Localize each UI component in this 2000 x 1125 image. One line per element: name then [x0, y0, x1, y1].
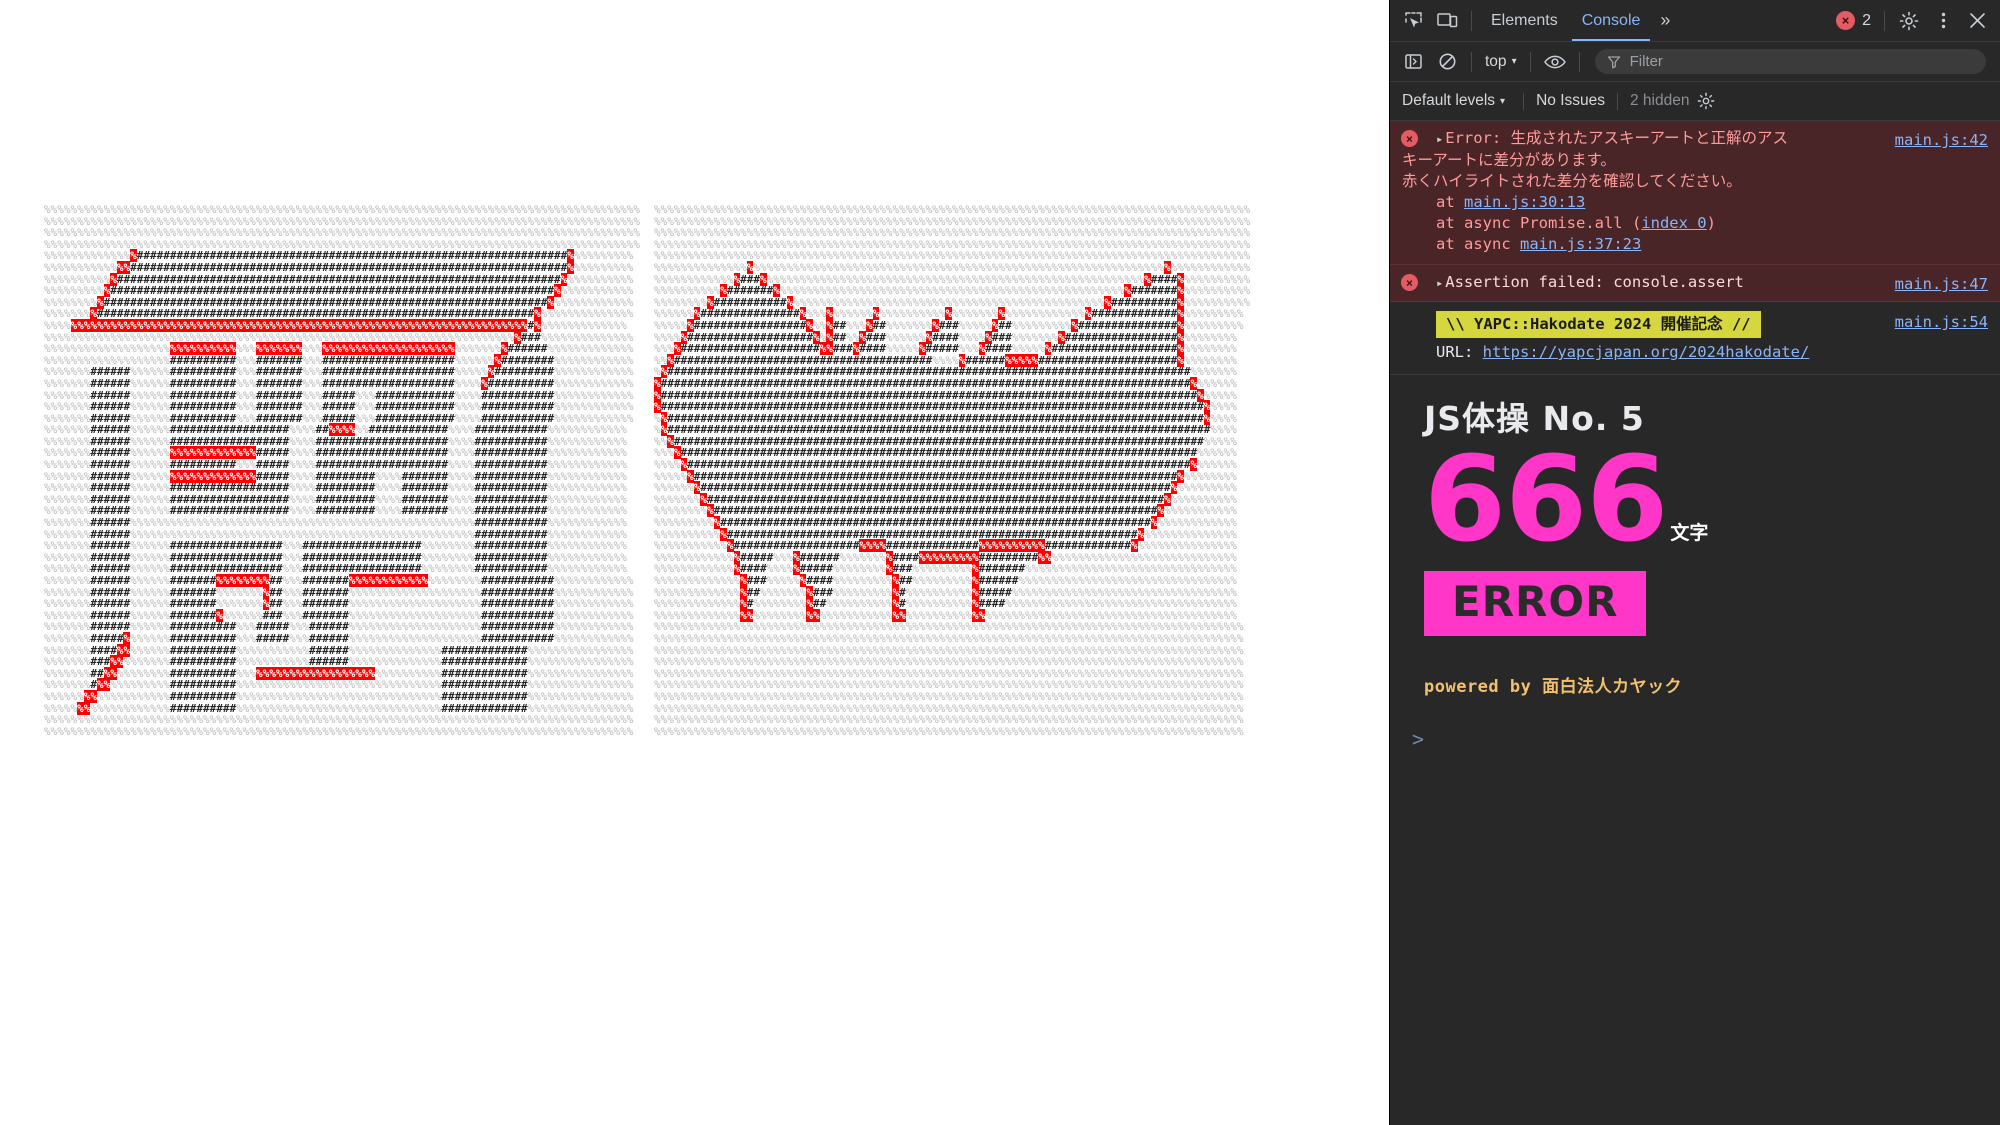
- stack-link-3[interactable]: main.js:37:23: [1520, 235, 1641, 253]
- log-levels-dropdown[interactable]: Default levels ▾: [1396, 92, 1511, 110]
- toolbar-divider-2: [1884, 10, 1885, 31]
- error-circle-icon-msg1: ×: [1401, 130, 1418, 147]
- error-text-line-3: 赤くハイライトされた差分を確認してください。: [1402, 172, 1742, 190]
- stack-prefix-2: at async Promise.all (: [1436, 214, 1642, 232]
- filter-placeholder-text: Filter: [1629, 53, 1663, 70]
- console-sidebar-icon[interactable]: [1396, 47, 1430, 77]
- stack-prefix-3: at async: [1436, 235, 1520, 253]
- yapc-url-line: URL: https://yapcjapan.org/2024hakodate/: [1436, 341, 1858, 363]
- log-levels-label: Default levels: [1402, 92, 1496, 109]
- live-expression-icon[interactable]: [1538, 47, 1572, 77]
- console-hero-block: JS体操 No. 5 666 文字 ERROR powered by 面白法人カ…: [1390, 375, 2000, 697]
- console-message-assertion[interactable]: × main.js:47 ▸ Assertion failed: console.…: [1390, 265, 2000, 302]
- powered-by-label: powered by 面白法人カヤック: [1424, 677, 1683, 698]
- console-levels-bar: Default levels ▾ No Issues 2 hidden: [1390, 82, 2000, 121]
- gear-icon[interactable]: [1892, 6, 1926, 36]
- chevron-down-icon-levels: ▾: [1500, 95, 1506, 107]
- source-link-main-js-42[interactable]: main.js:42: [1895, 130, 1988, 151]
- stack-frame-3: at async main.js:37:23: [1402, 234, 1988, 255]
- tab-elements[interactable]: Elements: [1479, 1, 1570, 41]
- console-message-error[interactable]: × main.js:42 ▸ Error: 生成されたアスキーアートと正解のアス …: [1390, 121, 2000, 265]
- console-prompt[interactable]: >: [1390, 727, 2000, 751]
- chevron-down-icon: ▾: [1511, 56, 1517, 67]
- error-count-badge[interactable]: × 2: [1830, 11, 1877, 30]
- context-label: top: [1485, 52, 1507, 70]
- javascript-context-dropdown[interactable]: top ▾: [1479, 53, 1523, 71]
- ascii-art-container: %%%%%%%%%%%%%%%%%%%%%%%%%%%%%%%%%%%%%%%%…: [44, 193, 1251, 748]
- console-settings-gear-icon[interactable]: [1689, 86, 1723, 116]
- console-message-yapc-banner[interactable]: main.js:54 \\ YAPC::Hakodate 2024 開催記念 /…: [1390, 302, 2000, 375]
- issues-status[interactable]: No Issues: [1536, 92, 1605, 110]
- inspect-element-icon[interactable]: [1396, 6, 1430, 36]
- devtools-panel: Elements Console » × 2 top ▾ Filter Defa…: [1389, 0, 2000, 1125]
- kebab-menu-icon[interactable]: [1926, 6, 1960, 36]
- tab-console[interactable]: Console: [1570, 1, 1653, 41]
- levels-divider: [1523, 92, 1525, 110]
- devtools-tab-bar: Elements Console » × 2: [1390, 0, 2000, 42]
- status-badge: ERROR: [1424, 571, 1647, 637]
- stack-link-2[interactable]: index 0: [1641, 214, 1706, 232]
- filterbar-divider: [1471, 51, 1472, 72]
- generated-ascii-art-panel: %%%%%%%%%%%%%%%%%%%%%%%%%%%%%%%%%%%%%%%%…: [44, 203, 641, 738]
- stack-suffix-2: ): [1706, 214, 1716, 232]
- char-count-row: 666 文字: [1424, 430, 1988, 569]
- yapc-banner-text: \\ YAPC::Hakodate 2024 開催記念 //: [1436, 311, 1761, 338]
- char-count-unit: 文字: [1670, 522, 1709, 545]
- error-text-line-2: キーアートに差分があります。: [1402, 151, 1616, 169]
- clear-console-icon[interactable]: [1430, 47, 1464, 77]
- yapc-url-link[interactable]: https://yapcjapan.org/2024hakodate/: [1483, 343, 1810, 361]
- toolbar-divider: [1471, 10, 1472, 31]
- filter-funnel-icon: [1607, 55, 1620, 68]
- more-tabs-icon[interactable]: »: [1652, 10, 1676, 31]
- error-count-number: 2: [1862, 11, 1871, 29]
- device-toolbar-icon[interactable]: [1430, 6, 1464, 36]
- search-input[interactable]: Filter: [1594, 49, 1986, 74]
- levels-divider-2: [1617, 92, 1618, 110]
- error-circle-icon: ×: [1836, 11, 1856, 30]
- expected-ascii-art-panel: %%%%%%%%%%%%%%%%%%%%%%%%%%%%%%%%%%%%%%%%…: [654, 203, 1251, 738]
- source-link-main-js-54[interactable]: main.js:54: [1895, 311, 1988, 333]
- stack-link-1[interactable]: main.js:30:13: [1464, 193, 1585, 211]
- assertion-text: Assertion failed: console.assert: [1445, 273, 1744, 291]
- filterbar-divider-3: [1578, 51, 1580, 72]
- source-link-main-js-47[interactable]: main.js:47: [1895, 274, 1988, 295]
- stack-frame-2: at async Promise.all (index 0): [1402, 213, 1988, 234]
- disclosure-triangle-icon[interactable]: ▸: [1436, 132, 1443, 146]
- error-circle-icon-msg2: ×: [1401, 274, 1418, 291]
- stack-prefix-1: at: [1436, 193, 1464, 211]
- console-message-list: × main.js:42 ▸ Error: 生成されたアスキーアートと正解のアス …: [1390, 121, 2000, 751]
- screen-root: %%%%%%%%%%%%%%%%%%%%%%%%%%%%%%%%%%%%%%%%…: [0, 0, 2000, 1125]
- filterbar-divider-2: [1529, 51, 1531, 72]
- hidden-messages-count[interactable]: 2 hidden: [1630, 92, 1689, 110]
- close-icon[interactable]: [1960, 6, 1994, 36]
- console-filter-bar: top ▾ Filter: [1390, 42, 2000, 82]
- web-page-viewport: %%%%%%%%%%%%%%%%%%%%%%%%%%%%%%%%%%%%%%%%…: [0, 0, 1390, 1125]
- char-count-number: 666: [1424, 430, 1668, 569]
- disclosure-triangle-icon-2[interactable]: ▸: [1436, 276, 1443, 290]
- url-label: URL:: [1436, 343, 1483, 361]
- stack-frame-1: at main.js:30:13: [1402, 192, 1988, 213]
- error-text-line-1: Error: 生成されたアスキーアートと正解のアス: [1445, 129, 1789, 147]
